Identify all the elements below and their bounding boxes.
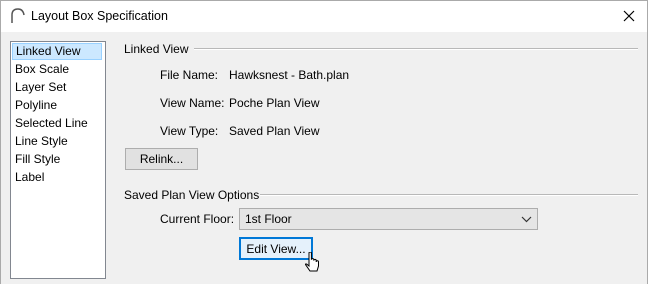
file-name-value: Hawksnest - Bath.plan <box>229 68 350 82</box>
sidebar-item-layer-set[interactable]: Layer Set <box>12 79 102 96</box>
close-button[interactable] <box>615 4 643 28</box>
close-icon <box>623 10 635 22</box>
dialog-window: Layout Box Specification Linked View Box… <box>0 0 648 284</box>
relink-button[interactable]: Relink... <box>125 148 198 170</box>
saved-plan-options-group-divider <box>260 194 638 196</box>
sidebar-item-fill-style[interactable]: Fill Style <box>12 151 102 168</box>
sidebar-item-polyline[interactable]: Polyline <box>12 97 102 114</box>
sidebar-item-label[interactable]: Label <box>12 169 102 186</box>
sidebar-item-line-style[interactable]: Line Style <box>12 133 102 150</box>
current-floor-value: 1st Floor <box>245 212 292 226</box>
view-name-value: Poche Plan View <box>229 96 320 110</box>
sidebar-item-selected-line[interactable]: Selected Line <box>12 115 102 132</box>
mouse-cursor-icon <box>305 252 319 272</box>
sidebar-item-linked-view[interactable]: Linked View <box>12 43 102 60</box>
title-bar[interactable]: Layout Box Specification <box>1 1 647 32</box>
view-name-label: View Name: <box>160 96 225 110</box>
app-arch-icon <box>11 8 25 23</box>
category-list[interactable]: Linked View Box Scale Layer Set Polyline… <box>10 41 106 279</box>
linked-view-group-label: Linked View <box>124 42 189 56</box>
window-title: Layout Box Specification <box>31 9 168 23</box>
saved-plan-options-group-label: Saved Plan View Options <box>124 188 260 202</box>
current-floor-select[interactable]: 1st Floor <box>239 208 538 230</box>
view-type-value: Saved Plan View <box>229 124 320 138</box>
chevron-down-icon <box>521 216 532 223</box>
view-type-label: View Type: <box>160 124 219 138</box>
sidebar-item-box-scale[interactable]: Box Scale <box>12 61 102 78</box>
edit-view-button[interactable]: Edit View... <box>239 237 313 260</box>
file-name-label: File Name: <box>160 68 219 82</box>
current-floor-label: Current Floor: <box>160 212 235 226</box>
linked-view-group-divider <box>194 48 638 50</box>
